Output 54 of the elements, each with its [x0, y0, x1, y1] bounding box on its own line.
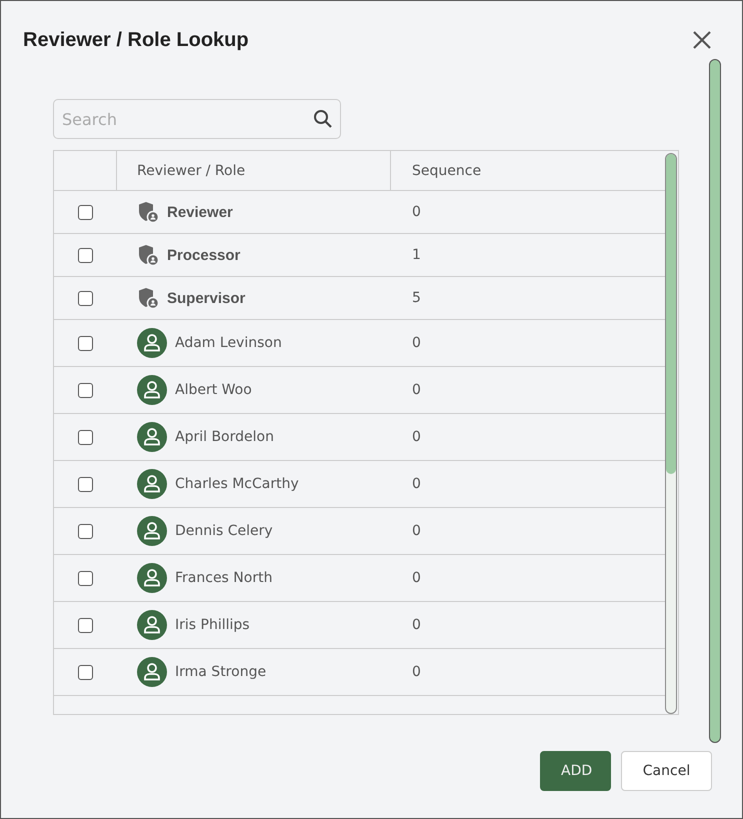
row-checkbox[interactable]	[78, 382, 92, 398]
avatar-icon	[137, 657, 167, 687]
row-checkbox[interactable]	[78, 248, 92, 262]
cancel-button[interactable]: Cancel	[621, 751, 712, 791]
avatar-icon	[137, 610, 167, 640]
shield-user-icon	[137, 244, 159, 266]
sequence-value: 0	[412, 570, 421, 586]
sequence-value: 0	[412, 335, 421, 351]
reviewer-name: Charles McCarthy	[175, 476, 299, 492]
avatar-icon	[137, 328, 167, 358]
add-button[interactable]: ADD	[540, 751, 611, 791]
shield-user-icon	[137, 287, 159, 309]
table-scrollbar[interactable]	[665, 153, 677, 714]
avatar-icon	[137, 563, 167, 593]
sequence-value: 1	[412, 247, 421, 263]
shield-user-icon	[137, 201, 159, 223]
avatar-icon	[137, 422, 167, 452]
reviewer-name: Iris Phillips	[175, 617, 250, 633]
sequence-value: 0	[412, 429, 421, 445]
reviewer-name: Reviewer	[167, 204, 233, 220]
row-checkbox[interactable]	[78, 524, 92, 538]
avatar-icon	[137, 375, 167, 405]
sequence-value: 0	[412, 382, 421, 398]
reviewer-name: Dennis Celery	[175, 523, 273, 539]
reviewer-name: Irma Stronge	[175, 664, 266, 680]
row-checkbox[interactable]	[78, 204, 92, 220]
row-checkbox[interactable]	[78, 336, 92, 350]
search-icon[interactable]	[313, 109, 333, 129]
row-checkbox[interactable]	[78, 618, 92, 632]
column-header[interactable]: Reviewer / Role	[117, 151, 391, 190]
reviewer-name: Albert Woo	[175, 382, 252, 398]
row-checkbox[interactable]	[78, 476, 92, 492]
row-checkbox[interactable]	[78, 664, 92, 680]
reviewer-name: April Bordelon	[175, 429, 274, 445]
sequence-value: 0	[412, 523, 421, 539]
dialog-title: Reviewer / Role Lookup	[23, 28, 249, 52]
dialog-scrollbar[interactable]	[709, 59, 721, 743]
avatar-icon	[137, 516, 167, 546]
close-icon[interactable]	[692, 30, 712, 50]
sequence-value: 0	[412, 476, 421, 492]
sequence-value: 5	[412, 290, 421, 306]
sequence-value: 0	[412, 617, 421, 633]
reviewer-name: Frances North	[175, 570, 272, 586]
search-field[interactable]: Search	[53, 99, 341, 139]
sequence-value: 0	[412, 664, 421, 680]
column-header[interactable]: Sequence	[391, 151, 665, 190]
sequence-value: 0	[412, 204, 421, 220]
reviewer-name: Adam Levinson	[175, 335, 282, 351]
row-checkbox[interactable]	[78, 290, 92, 306]
reviewer-name: Supervisor	[167, 290, 246, 306]
row-checkbox[interactable]	[78, 430, 92, 444]
row-checkbox[interactable]	[78, 570, 92, 586]
reviewer-name: Processor	[167, 246, 240, 264]
avatar-icon	[137, 469, 167, 499]
